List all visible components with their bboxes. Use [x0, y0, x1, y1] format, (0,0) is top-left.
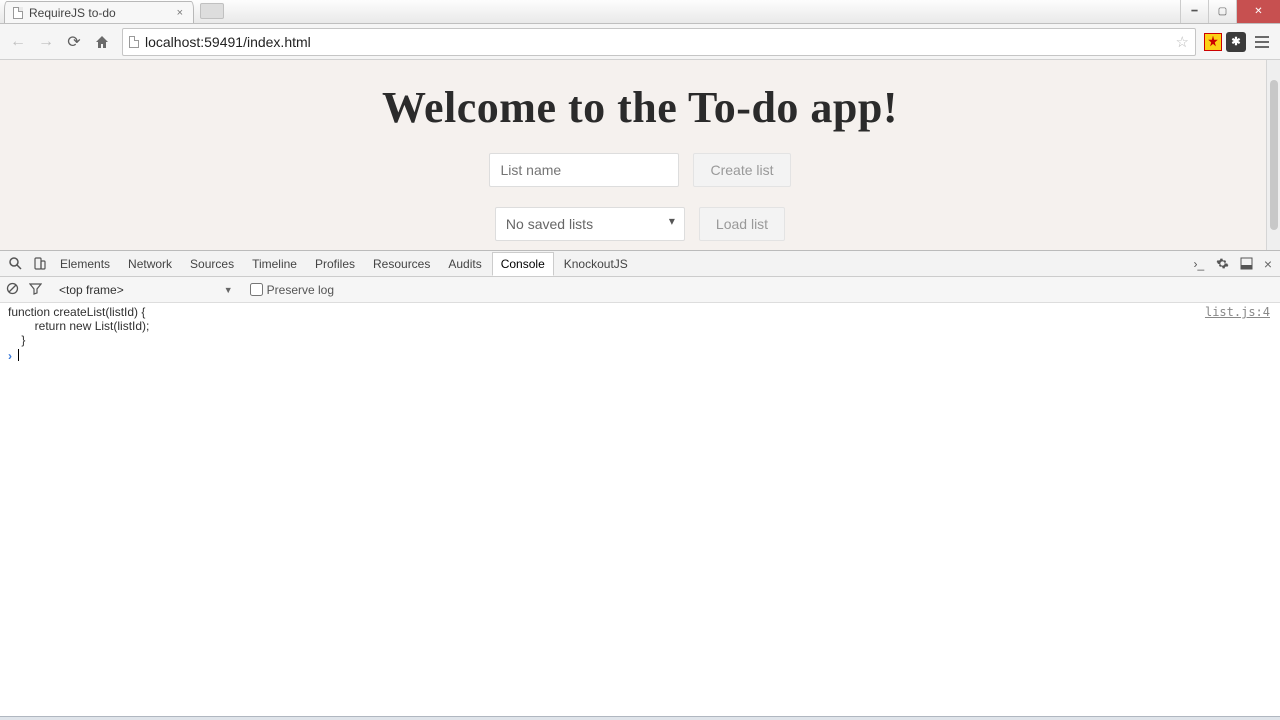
- filter-icon[interactable]: [29, 282, 42, 298]
- tab-resources[interactable]: Resources: [365, 253, 438, 275]
- create-list-button[interactable]: Create list: [693, 153, 790, 187]
- settings-gear-icon[interactable]: [1212, 254, 1234, 274]
- scrollbar[interactable]: [1266, 60, 1280, 250]
- tab-elements[interactable]: Elements: [52, 253, 118, 275]
- load-list-button[interactable]: Load list: [699, 207, 785, 241]
- menu-button[interactable]: [1250, 30, 1274, 54]
- load-row: No saved lists Load list: [0, 207, 1280, 241]
- tab-sources[interactable]: Sources: [182, 253, 242, 275]
- page-icon: [129, 36, 139, 48]
- devtools-panel: Elements Network Sources Timeline Profil…: [0, 250, 1280, 716]
- page-viewport: Welcome to the To-do app! Create list No…: [0, 60, 1280, 250]
- saved-lists-select[interactable]: No saved lists: [495, 207, 685, 241]
- page-icon: [13, 7, 23, 19]
- window-controls: ━ ▢ ✕: [1180, 0, 1280, 23]
- browser-toolbar: ← → ⟳ ☆ ✱: [0, 24, 1280, 60]
- tab-profiles[interactable]: Profiles: [307, 253, 363, 275]
- preserve-log-toggle[interactable]: Preserve log: [250, 283, 334, 297]
- text-cursor: [18, 349, 19, 361]
- browser-tab-title: RequireJS to-do: [29, 6, 175, 20]
- browser-tab[interactable]: RequireJS to-do ×: [4, 1, 194, 23]
- minimize-button[interactable]: ━: [1180, 0, 1208, 23]
- close-icon[interactable]: ×: [175, 7, 185, 19]
- browser-tab-strip: RequireJS to-do ×: [0, 0, 1180, 23]
- chevron-down-icon: ▼: [224, 285, 233, 295]
- console-code: function createList(listId) { return new…: [8, 305, 1272, 347]
- preserve-log-checkbox[interactable]: [250, 283, 263, 296]
- close-window-button[interactable]: ✕: [1236, 0, 1280, 23]
- reload-button[interactable]: ⟳: [62, 30, 86, 54]
- tab-knockoutjs[interactable]: KnockoutJS: [556, 253, 636, 275]
- prompt-caret-icon: ›: [8, 349, 12, 363]
- execution-context-select[interactable]: <top frame> ▼: [52, 280, 240, 300]
- forward-button[interactable]: →: [34, 30, 58, 54]
- bookmark-star-icon[interactable]: ☆: [1176, 33, 1189, 51]
- frame-label: <top frame>: [59, 283, 124, 297]
- console-message: function createList(listId) { return new…: [8, 305, 1272, 347]
- url-input[interactable]: [145, 34, 1176, 50]
- maximize-button[interactable]: ▢: [1208, 0, 1236, 23]
- window-titlebar: RequireJS to-do × ━ ▢ ✕: [0, 0, 1280, 24]
- home-button[interactable]: [90, 30, 114, 54]
- console-prompt[interactable]: ›: [8, 349, 1272, 363]
- extension-flag-icon[interactable]: [1204, 33, 1222, 51]
- devtools-close-icon[interactable]: ×: [1260, 256, 1276, 272]
- tab-network[interactable]: Network: [120, 253, 180, 275]
- taskbar-edge: [0, 716, 1280, 720]
- dock-side-icon[interactable]: [1236, 254, 1258, 274]
- tab-timeline[interactable]: Timeline: [244, 253, 305, 275]
- tab-audits[interactable]: Audits: [440, 253, 489, 275]
- console-toolbar: <top frame> ▼ Preserve log: [0, 277, 1280, 303]
- tab-console[interactable]: Console: [492, 252, 554, 276]
- inspect-icon[interactable]: [4, 254, 26, 274]
- drawer-toggle-icon[interactable]: ›_: [1188, 254, 1210, 274]
- console-source-link[interactable]: list.js:4: [1205, 305, 1270, 319]
- device-mode-icon[interactable]: [28, 254, 50, 274]
- create-row: Create list: [0, 153, 1280, 187]
- extension-icon[interactable]: ✱: [1226, 32, 1246, 52]
- hamburger-icon: [1255, 36, 1269, 48]
- back-button[interactable]: ←: [6, 30, 30, 54]
- page-content: Welcome to the To-do app! Create list No…: [0, 60, 1280, 241]
- address-bar[interactable]: ☆: [122, 28, 1196, 56]
- clear-console-icon[interactable]: [6, 282, 19, 298]
- preserve-log-label: Preserve log: [267, 283, 334, 297]
- new-tab-button[interactable]: [200, 3, 224, 19]
- list-name-input[interactable]: [489, 153, 679, 187]
- page-heading: Welcome to the To-do app!: [0, 82, 1280, 133]
- devtools-tabbar: Elements Network Sources Timeline Profil…: [0, 251, 1280, 277]
- console-output[interactable]: function createList(listId) { return new…: [0, 303, 1280, 716]
